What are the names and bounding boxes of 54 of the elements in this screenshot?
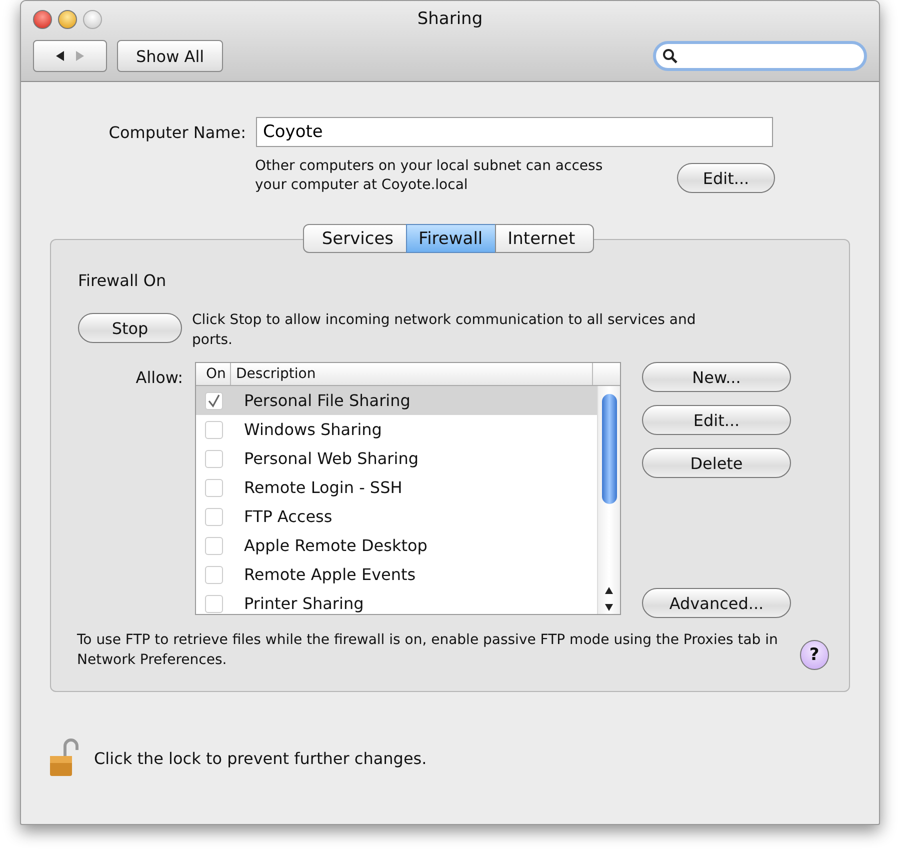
minimize-button[interactable] <box>58 10 77 29</box>
table-row[interactable]: Remote Apple Events <box>196 560 597 589</box>
table-row[interactable]: Remote Login - SSH <box>196 473 597 502</box>
tab[interactable]: Firewall <box>406 224 496 253</box>
computer-name-label: Computer Name: <box>108 122 246 142</box>
checkbox[interactable] <box>204 420 222 438</box>
service-name: FTP Access <box>244 507 332 526</box>
service-name: Personal File Sharing <box>244 391 410 410</box>
ftp-note: To use FTP to retrieve files while the firewall is on, enable passive FTP mode using the Proxies tab in Network Preferences. <box>77 631 779 670</box>
help-button[interactable]: ? <box>800 640 829 670</box>
column-header[interactable]: Description <box>231 363 593 385</box>
action-button[interactable]: New... <box>642 362 791 392</box>
computer-name-field[interactable]: Coyote <box>256 117 773 147</box>
scroll-thumb[interactable] <box>602 394 616 504</box>
stop-info-text: Click Stop to allow incoming network communication to all services and ports. <box>192 311 697 350</box>
service-name: Printer Sharing <box>244 594 364 613</box>
close-button[interactable] <box>33 10 52 29</box>
edit-button[interactable]: Edit... <box>677 163 775 193</box>
action-button[interactable]: Advanced... <box>642 588 791 618</box>
window-title: Sharing <box>417 9 483 29</box>
checkbox[interactable] <box>204 478 222 496</box>
back-forward-control[interactable] <box>33 40 107 72</box>
scroll-bar[interactable] <box>597 386 620 614</box>
show-all-button[interactable]: Show All <box>117 40 224 72</box>
tab[interactable]: Internet <box>494 224 594 253</box>
service-name: Remote Login - SSH <box>244 478 402 497</box>
checkbox[interactable] <box>204 566 222 584</box>
allow-label: Allow: <box>134 368 183 389</box>
checkbox[interactable] <box>204 536 222 554</box>
service-name: Personal Web Sharing <box>244 449 418 468</box>
service-name: Windows Sharing <box>244 420 382 439</box>
table-row[interactable]: FTP Access <box>196 502 597 531</box>
checkbox[interactable] <box>204 392 222 410</box>
service-name: Apple Remote Desktop <box>244 536 428 555</box>
zoom-button[interactable] <box>83 10 102 29</box>
search-field[interactable] <box>653 41 867 71</box>
checkbox[interactable] <box>204 450 222 468</box>
search-icon <box>662 48 678 64</box>
firewall-status: Firewall On <box>78 271 168 290</box>
table-row[interactable]: Apple Remote Desktop <box>196 531 597 560</box>
lock-message: Click the lock to prevent further changes. <box>94 748 427 768</box>
table-row[interactable]: Personal File Sharing <box>196 386 597 415</box>
table-row[interactable]: Personal Web Sharing <box>196 444 597 473</box>
action-button[interactable]: Delete <box>642 448 791 478</box>
service-name: Remote Apple Events <box>244 565 416 584</box>
checkbox[interactable] <box>204 594 222 612</box>
column-header[interactable]: On <box>196 363 231 385</box>
checkbox[interactable] <box>204 508 222 526</box>
computer-name-info: Other computers on your local subnet can access your computer at Coyote.local <box>255 157 604 195</box>
stop-button[interactable]: Stop <box>78 313 182 343</box>
action-button[interactable]: Edit... <box>642 405 791 435</box>
tab[interactable]: Services <box>302 224 407 253</box>
table-row[interactable]: Printer Sharing <box>196 589 597 614</box>
table-row[interactable]: Windows Sharing <box>196 415 597 444</box>
